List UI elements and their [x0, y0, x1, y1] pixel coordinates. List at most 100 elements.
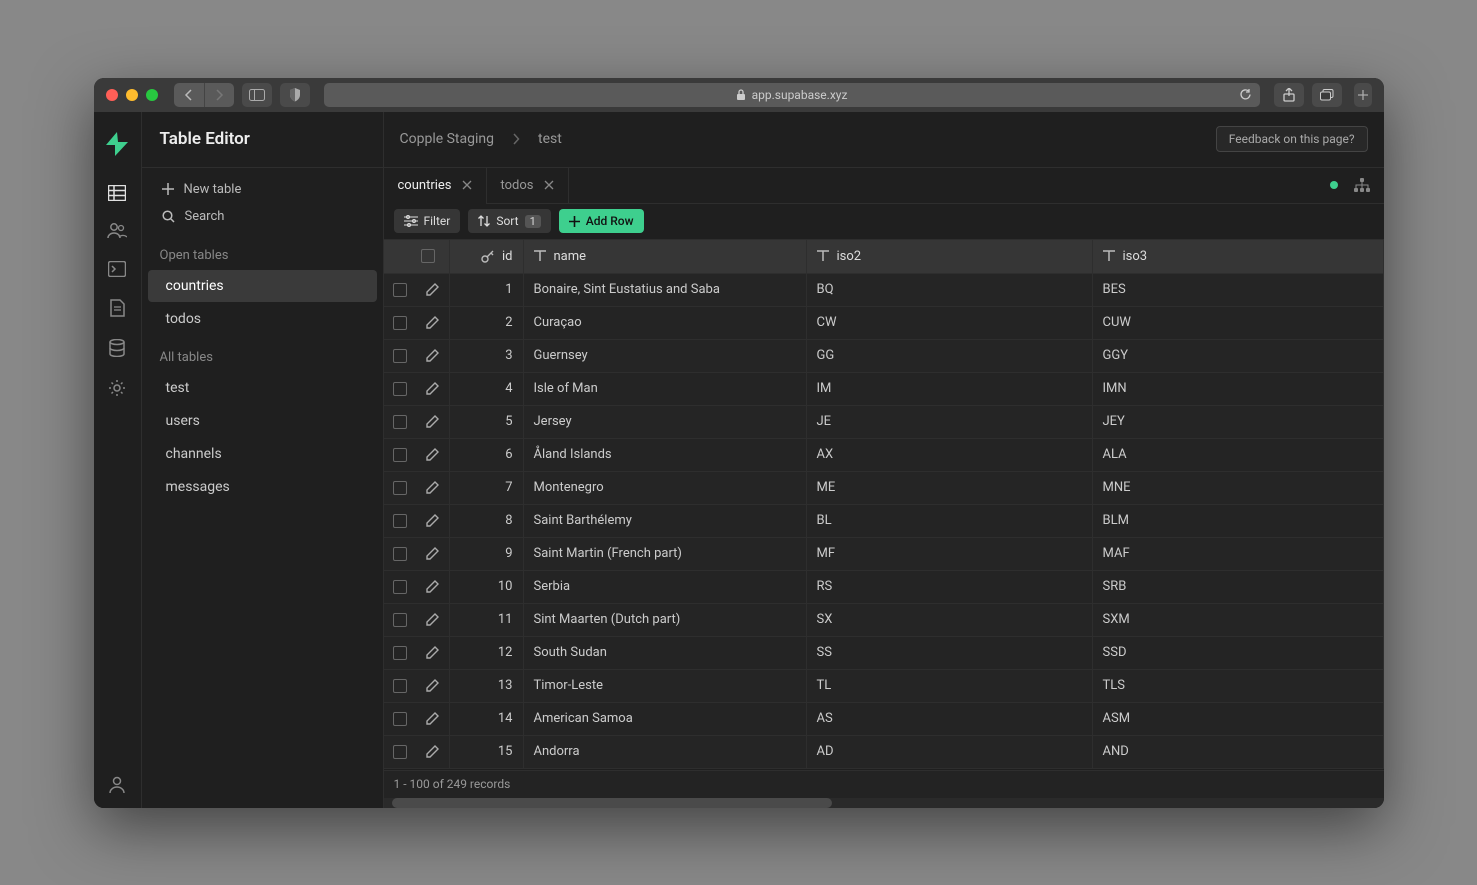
forward-button[interactable]	[204, 83, 234, 107]
cell-iso3[interactable]: ASM	[1093, 703, 1384, 735]
nav-account[interactable]	[109, 776, 125, 808]
row-checkbox[interactable]	[393, 283, 407, 297]
cell-id[interactable]: 4	[450, 373, 524, 405]
sidebar-item-countries[interactable]: countries	[148, 270, 377, 302]
row-checkbox[interactable]	[393, 481, 407, 495]
edit-icon[interactable]	[425, 382, 439, 396]
column-header-iso3[interactable]: iso3	[1093, 240, 1384, 273]
nav-auth[interactable]	[107, 223, 127, 239]
column-header-id[interactable]: id	[450, 240, 524, 273]
sidebar-item-todos[interactable]: todos	[148, 303, 377, 335]
cell-iso3[interactable]: CUW	[1093, 307, 1384, 339]
cell-iso3[interactable]: MNE	[1093, 472, 1384, 504]
sort-button[interactable]: Sort 1	[468, 209, 550, 233]
horizontal-scrollbar[interactable]	[384, 798, 1384, 808]
edit-icon[interactable]	[425, 316, 439, 330]
new-tab-button[interactable]	[1354, 83, 1372, 107]
table-row[interactable]: 4Isle of ManIMIMN	[384, 373, 1384, 406]
close-icon[interactable]	[462, 180, 472, 190]
row-checkbox[interactable]	[393, 448, 407, 462]
edit-icon[interactable]	[425, 415, 439, 429]
sidebar-item-messages[interactable]: messages	[148, 471, 377, 503]
scrollbar-thumb[interactable]	[392, 798, 832, 808]
cell-id[interactable]: 12	[450, 637, 524, 669]
cell-iso3[interactable]: MAF	[1093, 538, 1384, 570]
edit-icon[interactable]	[425, 580, 439, 594]
edit-icon[interactable]	[425, 745, 439, 759]
row-checkbox[interactable]	[393, 646, 407, 660]
nav-table-editor[interactable]	[108, 185, 126, 201]
edit-icon[interactable]	[425, 547, 439, 561]
cell-iso3[interactable]: SXM	[1093, 604, 1384, 636]
table-row[interactable]: 3GuernseyGGGGY	[384, 340, 1384, 373]
cell-id[interactable]: 2	[450, 307, 524, 339]
breadcrumb-project[interactable]: Copple Staging	[400, 131, 495, 147]
cell-name[interactable]: Saint Martin (French part)	[524, 538, 807, 570]
cell-iso2[interactable]: GG	[807, 340, 1093, 372]
cell-id[interactable]: 9	[450, 538, 524, 570]
row-checkbox[interactable]	[393, 679, 407, 693]
cell-name[interactable]: Serbia	[524, 571, 807, 603]
cell-name[interactable]: American Samoa	[524, 703, 807, 735]
sidebar-toggle-button[interactable]	[242, 83, 272, 107]
column-header-name[interactable]: name	[524, 240, 807, 273]
cell-id[interactable]: 6	[450, 439, 524, 471]
cell-id[interactable]: 1	[450, 274, 524, 306]
shield-button[interactable]	[280, 83, 310, 107]
cell-name[interactable]: Bonaire, Sint Eustatius and Saba	[524, 274, 807, 306]
row-checkbox[interactable]	[393, 415, 407, 429]
filter-button[interactable]: Filter	[394, 209, 461, 233]
cell-name[interactable]: South Sudan	[524, 637, 807, 669]
cell-iso3[interactable]: AND	[1093, 736, 1384, 768]
nav-settings[interactable]	[108, 379, 126, 397]
close-window-button[interactable]	[106, 89, 118, 101]
row-checkbox[interactable]	[393, 712, 407, 726]
cell-id[interactable]: 10	[450, 571, 524, 603]
table-row[interactable]: 6Åland IslandsAXALA	[384, 439, 1384, 472]
row-checkbox[interactable]	[393, 745, 407, 759]
cell-iso3[interactable]: ALA	[1093, 439, 1384, 471]
cell-iso2[interactable]: BL	[807, 505, 1093, 537]
search-tables-button[interactable]: Search	[154, 203, 371, 230]
cell-name[interactable]: Isle of Man	[524, 373, 807, 405]
row-checkbox[interactable]	[393, 349, 407, 363]
cell-iso2[interactable]: BQ	[807, 274, 1093, 306]
breadcrumb-table[interactable]: test	[538, 131, 562, 147]
maximize-window-button[interactable]	[146, 89, 158, 101]
cell-iso3[interactable]: BLM	[1093, 505, 1384, 537]
cell-id[interactable]: 15	[450, 736, 524, 768]
cell-name[interactable]: Jersey	[524, 406, 807, 438]
cell-iso2[interactable]: CW	[807, 307, 1093, 339]
select-all-checkbox[interactable]	[384, 240, 450, 273]
edit-icon[interactable]	[425, 481, 439, 495]
edit-icon[interactable]	[425, 712, 439, 726]
table-row[interactable]: 5JerseyJEJEY	[384, 406, 1384, 439]
table-row[interactable]: 11Sint Maarten (Dutch part)SXSXM	[384, 604, 1384, 637]
table-row[interactable]: 13Timor-LesteTLTLS	[384, 670, 1384, 703]
row-checkbox[interactable]	[393, 514, 407, 528]
cell-iso2[interactable]: SX	[807, 604, 1093, 636]
share-button[interactable]	[1274, 83, 1304, 107]
column-header-iso2[interactable]: iso2	[807, 240, 1093, 273]
edit-icon[interactable]	[425, 349, 439, 363]
table-row[interactable]: 12South SudanSSSSD	[384, 637, 1384, 670]
cell-iso3[interactable]: JEY	[1093, 406, 1384, 438]
cell-id[interactable]: 7	[450, 472, 524, 504]
cell-iso2[interactable]: SS	[807, 637, 1093, 669]
table-row[interactable]: 8Saint BarthélemyBLBLM	[384, 505, 1384, 538]
cell-name[interactable]: Timor-Leste	[524, 670, 807, 702]
cell-name[interactable]: Curaçao	[524, 307, 807, 339]
cell-iso3[interactable]: GGY	[1093, 340, 1384, 372]
row-checkbox[interactable]	[393, 547, 407, 561]
table-row[interactable]: 2CuraçaoCWCUW	[384, 307, 1384, 340]
cell-iso3[interactable]: TLS	[1093, 670, 1384, 702]
table-row[interactable]: 7MontenegroMEMNE	[384, 472, 1384, 505]
row-checkbox[interactable]	[393, 316, 407, 330]
cell-iso2[interactable]: ME	[807, 472, 1093, 504]
add-row-button[interactable]: Add Row	[559, 209, 644, 233]
tab-countries[interactable]: countries	[384, 168, 487, 203]
minimize-window-button[interactable]	[126, 89, 138, 101]
sidebar-item-test[interactable]: test	[148, 372, 377, 404]
cell-iso2[interactable]: AD	[807, 736, 1093, 768]
edit-icon[interactable]	[425, 514, 439, 528]
